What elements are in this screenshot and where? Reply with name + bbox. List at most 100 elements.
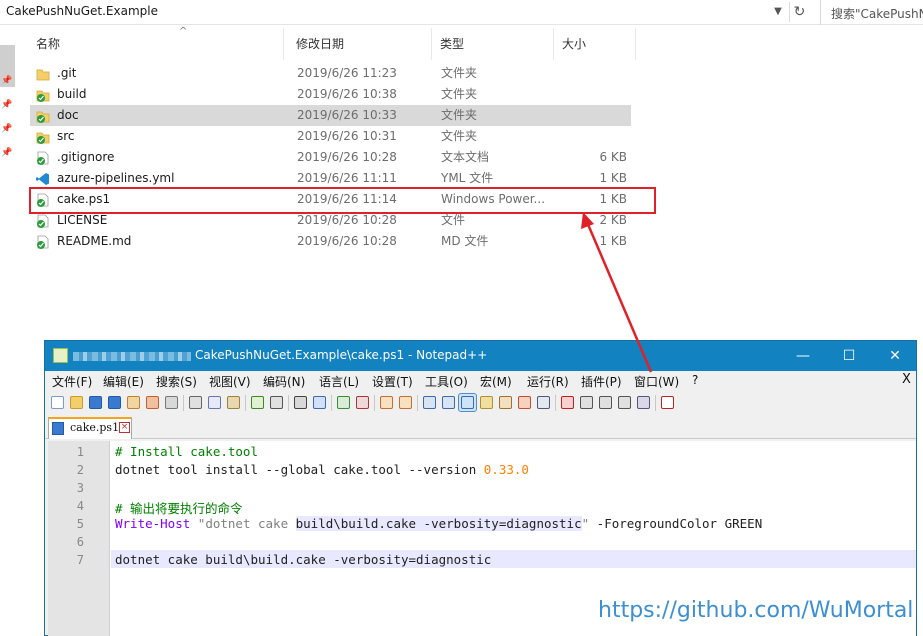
search-input[interactable]: 搜索"CakePushNuG: [820, 0, 923, 25]
column-name[interactable]: 名称: [28, 28, 284, 60]
tab-label: cake.ps1: [70, 421, 120, 434]
save-all-icon[interactable]: [106, 394, 123, 411]
address-path[interactable]: CakePushNuGet.Example: [6, 4, 158, 18]
file-synced-icon: [36, 214, 50, 228]
code-line-5: Write-Host "dotnet cake build\build.cake…: [115, 516, 762, 531]
undo-icon[interactable]: [249, 394, 266, 411]
close-icon[interactable]: ✕: [872, 341, 918, 371]
replace-icon[interactable]: [311, 394, 328, 411]
zoom-in-icon[interactable]: [335, 394, 352, 411]
column-size[interactable]: 大小: [554, 28, 636, 60]
sync-horizontal-icon[interactable]: [397, 394, 414, 411]
doc-map-icon[interactable]: [478, 394, 495, 411]
file-row[interactable]: src 2019/6/26 10:31 文件夹: [30, 126, 631, 147]
file-row[interactable]: azure-pipelines.yml 2019/6/26 11:11 YML 文件…: [30, 168, 631, 189]
string-text: "dotnet cake: [190, 516, 296, 531]
pin-icon[interactable]: 📌: [1, 75, 13, 87]
notepad-window: CakePushNuGet.Example\cake.ps1 - Notepad…: [44, 340, 917, 636]
save-icon[interactable]: [87, 394, 104, 411]
redo-icon[interactable]: [268, 394, 285, 411]
maximize-icon[interactable]: ☐: [826, 341, 872, 371]
show-all-chars-icon[interactable]: [440, 394, 457, 411]
title-bar[interactable]: CakePushNuGet.Example\cake.ps1 - Notepad…: [45, 341, 916, 371]
tab-cake-ps1[interactable]: cake.ps1 ×: [48, 417, 132, 439]
menu-run[interactable]: 运行(R): [527, 373, 569, 390]
file-name: .gitignore: [57, 150, 115, 164]
menu-bar: 文件(F) 编辑(E) 搜索(S) 视图(V) 编码(N) 语言(L) 设置(T…: [45, 371, 916, 391]
zoom-out-icon[interactable]: [354, 394, 371, 411]
toolbar-separator: [374, 395, 375, 411]
file-date: 2019/6/26 10:33: [297, 108, 397, 122]
file-row[interactable]: README.md 2019/6/26 10:28 MD 文件 1 KB: [30, 231, 631, 252]
save-icon: [52, 422, 64, 435]
toolbar-separator: [183, 395, 184, 411]
close-tab-icon[interactable]: ×: [119, 422, 130, 433]
open-file-icon[interactable]: [68, 394, 85, 411]
close-all-icon[interactable]: [144, 394, 161, 411]
play-macro-icon[interactable]: [597, 394, 614, 411]
file-row[interactable]: doc 2019/6/26 10:33 文件夹: [30, 105, 631, 126]
folder-as-workspace-icon[interactable]: [516, 394, 533, 411]
menu-window[interactable]: 窗口(W): [634, 373, 679, 390]
save-macro-icon[interactable]: [635, 394, 652, 411]
file-size: 1 KB: [599, 234, 627, 248]
paste-icon[interactable]: [225, 394, 242, 411]
close-file-icon[interactable]: [125, 394, 142, 411]
folder-synced-icon: [36, 109, 50, 123]
column-type[interactable]: 类型: [432, 28, 554, 60]
menu-plugins[interactable]: 插件(P): [581, 373, 622, 390]
sync-vertical-icon[interactable]: [378, 394, 395, 411]
copy-icon[interactable]: [206, 394, 223, 411]
spell-check-icon[interactable]: [659, 394, 676, 411]
address-bar[interactable]: CakePushNuGet.Example ▼ ↻ 搜索"CakePushNuG: [0, 0, 923, 25]
file-size: 1 KB: [599, 171, 627, 185]
code-line-1: # Install cake.tool: [115, 444, 258, 459]
file-type: 文件夹: [441, 129, 478, 143]
indent-guide-icon[interactable]: [458, 393, 477, 412]
menu-language[interactable]: 语言(L): [319, 373, 359, 390]
pin-icon[interactable]: 📌: [1, 123, 13, 135]
word-wrap-icon[interactable]: [421, 394, 438, 411]
column-date[interactable]: 修改日期: [288, 28, 432, 60]
menu-encoding[interactable]: 编码(N): [263, 373, 305, 390]
column-header: ^ 名称 修改日期 类型 大小: [24, 26, 636, 60]
notepad-logo-icon: [53, 348, 68, 363]
file-name: README.md: [57, 234, 132, 248]
toolbar-separator: [245, 395, 246, 411]
close-document-button[interactable]: X: [902, 372, 911, 387]
print-icon[interactable]: [163, 394, 180, 411]
file-type: 文件夹: [441, 87, 478, 101]
record-macro-icon[interactable]: [559, 394, 576, 411]
menu-view[interactable]: 视图(V): [209, 373, 251, 390]
file-row[interactable]: build 2019/6/26 10:38 文件夹: [30, 84, 631, 105]
minimize-icon[interactable]: —: [780, 341, 826, 371]
menu-tools[interactable]: 工具(O): [425, 373, 468, 390]
new-file-icon[interactable]: [49, 394, 66, 411]
pin-icon[interactable]: 📌: [1, 147, 13, 159]
run-macro-multiple-icon[interactable]: [616, 394, 633, 411]
menu-search[interactable]: 搜索(S): [156, 373, 197, 390]
menu-file[interactable]: 文件(F): [52, 373, 92, 390]
function-list-icon[interactable]: [497, 394, 514, 411]
pin-icon[interactable]: 📌: [1, 99, 13, 111]
text-file-synced-icon: [36, 151, 50, 165]
menu-help[interactable]: ?: [692, 373, 698, 387]
refresh-icon[interactable]: ↻: [789, 2, 809, 22]
parameter-text: -ForegroundColor GREEN: [596, 516, 763, 531]
file-date: 2019/6/26 10:28: [297, 234, 397, 248]
folder-synced-icon: [36, 88, 50, 102]
find-icon[interactable]: [292, 394, 309, 411]
file-row[interactable]: .gitignore 2019/6/26 10:28 文本文档 6 KB: [30, 147, 631, 168]
menu-edit[interactable]: 编辑(E): [103, 373, 144, 390]
command-text: dotnet tool install --global cake.tool -…: [115, 462, 484, 477]
chevron-down-icon[interactable]: ▼: [771, 4, 785, 20]
vscode-file-icon: [36, 172, 50, 186]
monitor-icon[interactable]: [535, 394, 552, 411]
file-row[interactable]: .git 2019/6/26 11:23 文件夹: [30, 63, 631, 84]
cut-icon[interactable]: [187, 394, 204, 411]
file-type: 文件夹: [441, 66, 478, 80]
menu-settings[interactable]: 设置(T): [372, 373, 413, 390]
line-number: 1: [76, 445, 84, 459]
stop-macro-icon[interactable]: [578, 394, 595, 411]
menu-macro[interactable]: 宏(M): [480, 373, 512, 390]
